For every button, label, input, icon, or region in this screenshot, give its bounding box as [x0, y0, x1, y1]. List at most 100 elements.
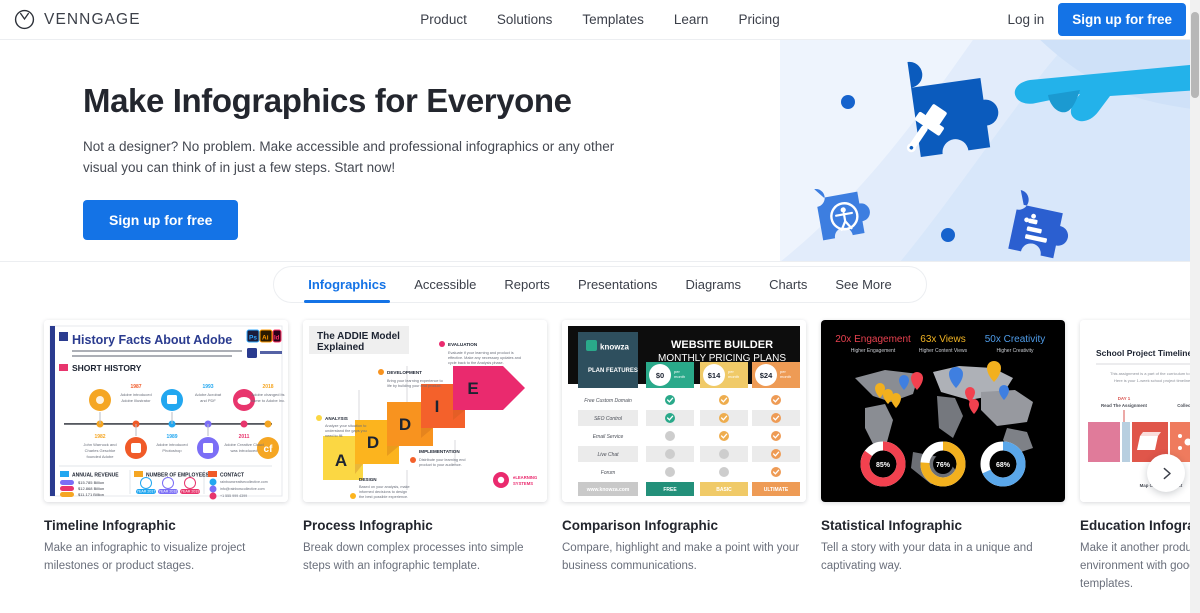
svg-text:Ps: Ps — [249, 335, 257, 342]
svg-text:eLEARNING: eLEARNING — [513, 475, 537, 480]
svg-text:the best possible experience.: the best possible experience. — [359, 495, 408, 499]
svg-text:85%: 85% — [876, 462, 891, 469]
page-title: Make Infographics for Everyone — [83, 82, 572, 119]
card-description: Make it another productive day to the le… — [1080, 542, 1200, 590]
svg-text:PLAN FEATURES: PLAN FEATURES — [588, 368, 638, 374]
card-title: Statistical Infographic — [821, 518, 963, 533]
svg-text:$14: $14 — [708, 371, 721, 380]
card-description: Break down complex processes into simple… — [303, 542, 524, 572]
svg-text:FREE: FREE — [663, 487, 677, 493]
svg-text:EVALUATION: EVALUATION — [448, 342, 478, 347]
brand-name: VENNGAGE — [44, 10, 141, 28]
svg-text:$15.785 Billion: $15.785 Billion — [78, 480, 104, 485]
tab-diagrams[interactable]: Diagrams — [671, 267, 755, 302]
card-title: Education Infographic — [1080, 518, 1200, 533]
svg-text:YEAR 2018: YEAR 2018 — [159, 490, 178, 494]
svg-text:Higher Creativity: Higher Creativity — [997, 348, 1034, 354]
svg-text:A: A — [335, 451, 347, 470]
template-thumbnail-timeline[interactable]: History Facts About Adobe Ps Ai Id SHORT… — [44, 320, 288, 502]
process-infographic-art: The ADDIE Model Explained ADD IE ANALYSI… — [303, 320, 547, 502]
tab-presentations[interactable]: Presentations — [564, 267, 672, 302]
svg-text:Evaluate if your learning and: Evaluate if your learning and product is — [448, 351, 514, 355]
svg-text:informed decisions to design: informed decisions to design — [359, 490, 407, 494]
svg-text:68%: 68% — [996, 462, 1011, 469]
svg-text:$11.171 Billion: $11.171 Billion — [78, 492, 104, 497]
template-card-education[interactable]: School Project Timeline: Visual This ass… — [1080, 320, 1200, 593]
svg-text:YEAR 2017: YEAR 2017 — [137, 490, 156, 494]
timeline-infographic-art: History Facts About Adobe Ps Ai Id SHORT… — [44, 320, 288, 502]
svg-text:This assignment is a part of t: This assignment is a part of the curricu… — [1110, 371, 1200, 376]
svg-text:CONTACT: CONTACT — [220, 473, 244, 479]
svg-text:D: D — [399, 415, 411, 434]
tab-reports[interactable]: Reports — [490, 267, 564, 302]
nav-item-pricing[interactable]: Pricing — [738, 12, 779, 27]
tab-accessible[interactable]: Accessible — [400, 267, 490, 302]
nav-item-solutions[interactable]: Solutions — [497, 12, 553, 27]
svg-text:info@rainbowcollective.com: info@rainbowcollective.com — [220, 487, 265, 491]
template-thumbnail-process[interactable]: The ADDIE Model Explained A D D I E ANAL… — [303, 320, 547, 502]
header-actions: Log in Sign up for free — [1007, 3, 1186, 36]
svg-text:Based on your analysis, make: Based on your analysis, make — [359, 485, 410, 489]
svg-text:Id: Id — [274, 336, 280, 342]
scrollbar-thumb[interactable] — [1191, 12, 1199, 98]
svg-text:2018: 2018 — [262, 384, 273, 390]
svg-text:ANALYSIS: ANALYSIS — [325, 416, 348, 421]
svg-text:63x Views: 63x Views — [920, 334, 965, 345]
svg-text:2011: 2011 — [239, 434, 250, 440]
svg-text:Distribute your learning end: Distribute your learning end — [419, 458, 465, 462]
svg-text:month: month — [728, 374, 739, 379]
svg-text:$0: $0 — [656, 371, 664, 380]
svg-text:effective. Make any necessary: effective. Make any necessary updates an… — [448, 356, 521, 360]
hero-signup-button[interactable]: Sign up for free — [83, 199, 239, 240]
svg-text:Higher Engagement: Higher Engagement — [851, 348, 896, 354]
svg-text:Adobe Acrobat: Adobe Acrobat — [195, 392, 222, 397]
template-card-timeline[interactable]: History Facts About Adobe Ps Ai Id SHORT… — [44, 320, 288, 593]
template-card-statistical[interactable]: 20x Engagement Higher Engagement 63x Vie… — [821, 320, 1065, 593]
nav-item-product[interactable]: Product — [420, 12, 467, 27]
statistical-infographic-art: 20x Engagement Higher Engagement 63x Vie… — [821, 320, 1065, 502]
template-carousel: History Facts About Adobe Ps Ai Id SHORT… — [0, 320, 1200, 593]
card-description: Compare, highlight and make a point with… — [562, 542, 800, 572]
svg-text:SHORT HISTORY: SHORT HISTORY — [72, 363, 142, 373]
tab-see-more[interactable]: See More — [821, 267, 905, 302]
hero-illustration — [780, 40, 1200, 261]
template-thumbnail-comparison[interactable]: knowza PLAN FEATURES WEBSITE BUILDER MON… — [562, 320, 806, 502]
svg-text:product to your audience.: product to your audience. — [419, 463, 462, 467]
svg-text:1982: 1982 — [94, 434, 105, 440]
svg-text:founded Adobe: founded Adobe — [87, 454, 115, 459]
svg-text:John Warnock and: John Warnock and — [83, 442, 116, 447]
svg-text:was introduced: was introduced — [231, 448, 258, 453]
nav-item-learn[interactable]: Learn — [674, 12, 709, 27]
svg-text:IMPLEMENTATION: IMPLEMENTATION — [419, 449, 460, 454]
tab-charts[interactable]: Charts — [755, 267, 821, 302]
svg-text:BASIC: BASIC — [716, 487, 732, 493]
template-card-comparison[interactable]: knowza PLAN FEATURES WEBSITE BUILDER MON… — [562, 320, 806, 593]
svg-text:The ADDIE Model: The ADDIE Model — [317, 331, 400, 342]
svg-text:SYSTEMS: SYSTEMS — [513, 481, 533, 486]
svg-text:month: month — [780, 374, 791, 379]
login-link[interactable]: Log in — [1007, 12, 1044, 27]
category-tabs: Infographics Accessible Reports Presenta… — [273, 266, 927, 303]
svg-text:Analyze your situation to: Analyze your situation to — [325, 424, 366, 428]
svg-text:Adobe Creative Cloud: Adobe Creative Cloud — [224, 442, 263, 447]
svg-text:need to fill.: need to fill. — [325, 434, 343, 438]
svg-text:knowza: knowza — [600, 343, 629, 352]
signup-button[interactable]: Sign up for free — [1058, 3, 1186, 36]
nav-item-templates[interactable]: Templates — [582, 12, 644, 27]
template-thumbnail-statistical[interactable]: 20x Engagement Higher Engagement 63x Vie… — [821, 320, 1065, 502]
svg-text:Here is your 1-week school pro: Here is your 1-week school project timel… — [1114, 378, 1200, 383]
svg-text:life by building your end prod: life by building your end product. — [387, 384, 442, 388]
template-card-process[interactable]: The ADDIE Model Explained A D D I E ANAL… — [303, 320, 547, 593]
svg-text:NUMBER OF EMPLOYEES: NUMBER OF EMPLOYEES — [146, 473, 209, 479]
svg-text:cycle back to the Analysis pha: cycle back to the Analysis phase. — [448, 361, 504, 365]
hero-subtitle: Not a designer? No problem. Make accessi… — [83, 138, 615, 175]
carousel-next-button[interactable] — [1147, 454, 1185, 492]
card-description: Tell a story with your data in a unique … — [821, 542, 1033, 572]
svg-text:understand the gaps you: understand the gaps you — [325, 429, 367, 433]
tab-infographics[interactable]: Infographics — [294, 267, 400, 303]
page-scrollbar[interactable] — [1190, 0, 1200, 613]
brand-logo[interactable]: VENNGAGE — [14, 9, 141, 30]
svg-text:DEVELOPMENT: DEVELOPMENT — [387, 370, 422, 375]
svg-text:1987: 1987 — [130, 384, 141, 390]
svg-text:1993: 1993 — [202, 384, 213, 390]
